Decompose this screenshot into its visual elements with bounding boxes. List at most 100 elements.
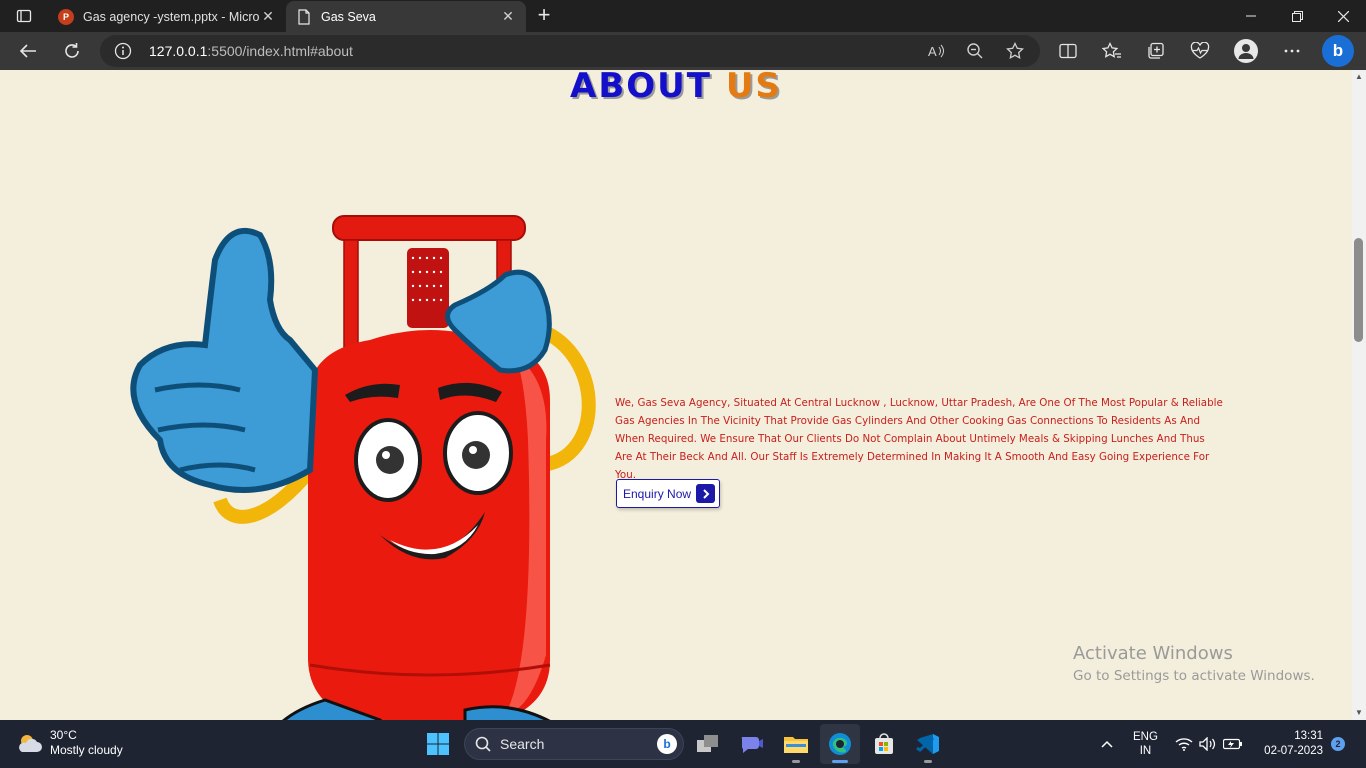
- profile-avatar[interactable]: [1234, 39, 1258, 63]
- watermark-title: Activate Windows: [1073, 643, 1233, 664]
- heading-word-about: ABOUT: [570, 70, 712, 106]
- active-app-indicator: [832, 760, 848, 763]
- file-explorer-button[interactable]: [776, 724, 816, 764]
- windows-taskbar: 30°C Mostly cloudy Search b ENG IN 13:31…: [0, 720, 1366, 768]
- split-screen-button[interactable]: [1054, 37, 1082, 65]
- speaker-icon: [1199, 737, 1216, 751]
- site-info-icon[interactable]: [114, 42, 132, 60]
- split-screen-icon: [1059, 43, 1077, 59]
- enquiry-now-label: Enquiry Now: [623, 486, 692, 501]
- running-indicator: [792, 760, 800, 763]
- activate-windows-watermark: Activate Windows Go to Settings to activ…: [1073, 642, 1315, 686]
- browser-essentials-button[interactable]: [1186, 37, 1214, 65]
- weather-temperature: 30°C: [50, 728, 77, 742]
- browser-toolbar: 127.0.0.1:5500/index.html#about A: [0, 32, 1366, 70]
- bing-copilot-button[interactable]: b: [1322, 35, 1354, 67]
- powerpoint-icon: P: [58, 8, 74, 25]
- about-heading: ABOUT US: [0, 70, 1352, 103]
- bing-icon: b: [657, 734, 677, 754]
- weather-description: Mostly cloudy: [50, 743, 123, 757]
- vscode-button[interactable]: [908, 724, 948, 764]
- weather-widget[interactable]: 30°C Mostly cloudy: [16, 728, 123, 758]
- close-window-button[interactable]: [1320, 0, 1366, 32]
- clock-date: 02-07-2023: [1264, 745, 1323, 757]
- page-viewport: ABOUT US We, Gas Seva Agency, Situated A…: [0, 70, 1352, 720]
- tab-actions-icon: [16, 9, 32, 23]
- minimize-icon: [1246, 15, 1256, 17]
- browser-titlebar: P Gas agency -ystem.pptx - Micros ✕ Gas …: [0, 0, 1366, 32]
- tab-title: Gas Seva: [321, 9, 376, 24]
- tab-actions-button[interactable]: [8, 4, 40, 28]
- restore-button[interactable]: [1274, 0, 1320, 32]
- zoom-out-icon[interactable]: [965, 41, 985, 61]
- wifi-status[interactable]: [1175, 720, 1193, 768]
- favorites-icon: [1102, 42, 1121, 58]
- url-text[interactable]: 127.0.0.1:5500/index.html#about: [149, 43, 353, 59]
- show-hidden-icons-button[interactable]: [1100, 720, 1114, 768]
- back-arrow-icon: [19, 44, 36, 58]
- tab-powerpoint[interactable]: P Gas agency -ystem.pptx - Micros ✕: [48, 1, 286, 32]
- edge-browser-icon: [829, 733, 851, 755]
- tab-gas-seva[interactable]: Gas Seva ✕: [286, 1, 526, 32]
- address-bar[interactable]: 127.0.0.1:5500/index.html#about A: [100, 35, 1040, 67]
- chevron-right-icon: [696, 484, 715, 503]
- favorite-star-icon[interactable]: [1005, 41, 1025, 61]
- about-description: We, Gas Seva Agency, Situated At Central…: [615, 397, 1223, 481]
- start-button[interactable]: [418, 724, 458, 764]
- scrollbar-thumb[interactable]: [1354, 238, 1363, 342]
- svg-text:A: A: [928, 44, 937, 59]
- region-code: IN: [1139, 745, 1152, 757]
- close-tab-icon[interactable]: ✕: [260, 8, 276, 25]
- read-aloud-icon[interactable]: A: [926, 41, 946, 61]
- cloudy-weather-icon: [19, 735, 42, 752]
- scroll-up-icon[interactable]: ▲: [1355, 73, 1363, 81]
- back-button[interactable]: [14, 37, 42, 65]
- refresh-button[interactable]: [58, 37, 86, 65]
- battery-charging-icon: [1223, 738, 1242, 750]
- watermark-subtitle: Go to Settings to activate Windows.: [1073, 668, 1315, 684]
- favorites-button[interactable]: [1098, 37, 1126, 65]
- search-label: Search: [500, 736, 545, 752]
- page-icon: [296, 8, 312, 25]
- profile-icon: [1238, 44, 1254, 59]
- task-view-button[interactable]: [688, 724, 728, 764]
- taskbar-search[interactable]: Search b: [464, 728, 684, 760]
- heading-word-us: US: [725, 70, 782, 106]
- running-indicator: [924, 760, 932, 763]
- tab-title: Gas agency -ystem.pptx - Micros: [83, 9, 260, 24]
- teams-chat-button[interactable]: [732, 724, 772, 764]
- battery-status[interactable]: [1223, 720, 1243, 768]
- close-icon: [1337, 10, 1349, 22]
- system-clock[interactable]: 13:31 02-07-2023: [1264, 729, 1323, 759]
- enquiry-now-button[interactable]: Enquiry Now: [616, 479, 720, 508]
- refresh-icon: [65, 43, 79, 58]
- page-scrollbar[interactable]: ▲ ▼: [1352, 70, 1366, 720]
- minimize-button[interactable]: [1228, 0, 1274, 32]
- input-language-indicator[interactable]: ENG IN: [1133, 730, 1158, 758]
- search-icon: [475, 736, 491, 752]
- chat-camera-icon: [741, 737, 763, 753]
- close-tab-icon[interactable]: ✕: [500, 8, 516, 25]
- folder-icon: [784, 737, 808, 753]
- volume-status[interactable]: [1199, 720, 1217, 768]
- restore-icon: [1291, 10, 1303, 22]
- microsoft-store-button[interactable]: [864, 724, 904, 764]
- language-code: ENG: [1133, 731, 1158, 743]
- settings-more-button[interactable]: [1278, 37, 1306, 65]
- task-view-icon: [697, 735, 718, 752]
- url-host: 127.0.0.1: [149, 43, 208, 59]
- windows-logo-icon: [427, 733, 449, 755]
- edge-button[interactable]: [820, 724, 860, 764]
- notification-badge[interactable]: 2: [1331, 737, 1345, 751]
- clock-time: 13:31: [1294, 730, 1323, 742]
- collections-icon: [1148, 42, 1164, 59]
- wifi-icon: [1175, 738, 1193, 751]
- heart-pulse-icon: [1190, 42, 1210, 59]
- collections-button[interactable]: [1142, 37, 1170, 65]
- scroll-down-icon[interactable]: ▼: [1355, 709, 1363, 717]
- vscode-icon: [916, 734, 939, 754]
- more-dots-icon: [1284, 49, 1300, 53]
- new-tab-button[interactable]: +: [532, 4, 556, 28]
- bing-icon: b: [1332, 41, 1344, 60]
- gas-cylinder-mascot-image: [130, 215, 596, 720]
